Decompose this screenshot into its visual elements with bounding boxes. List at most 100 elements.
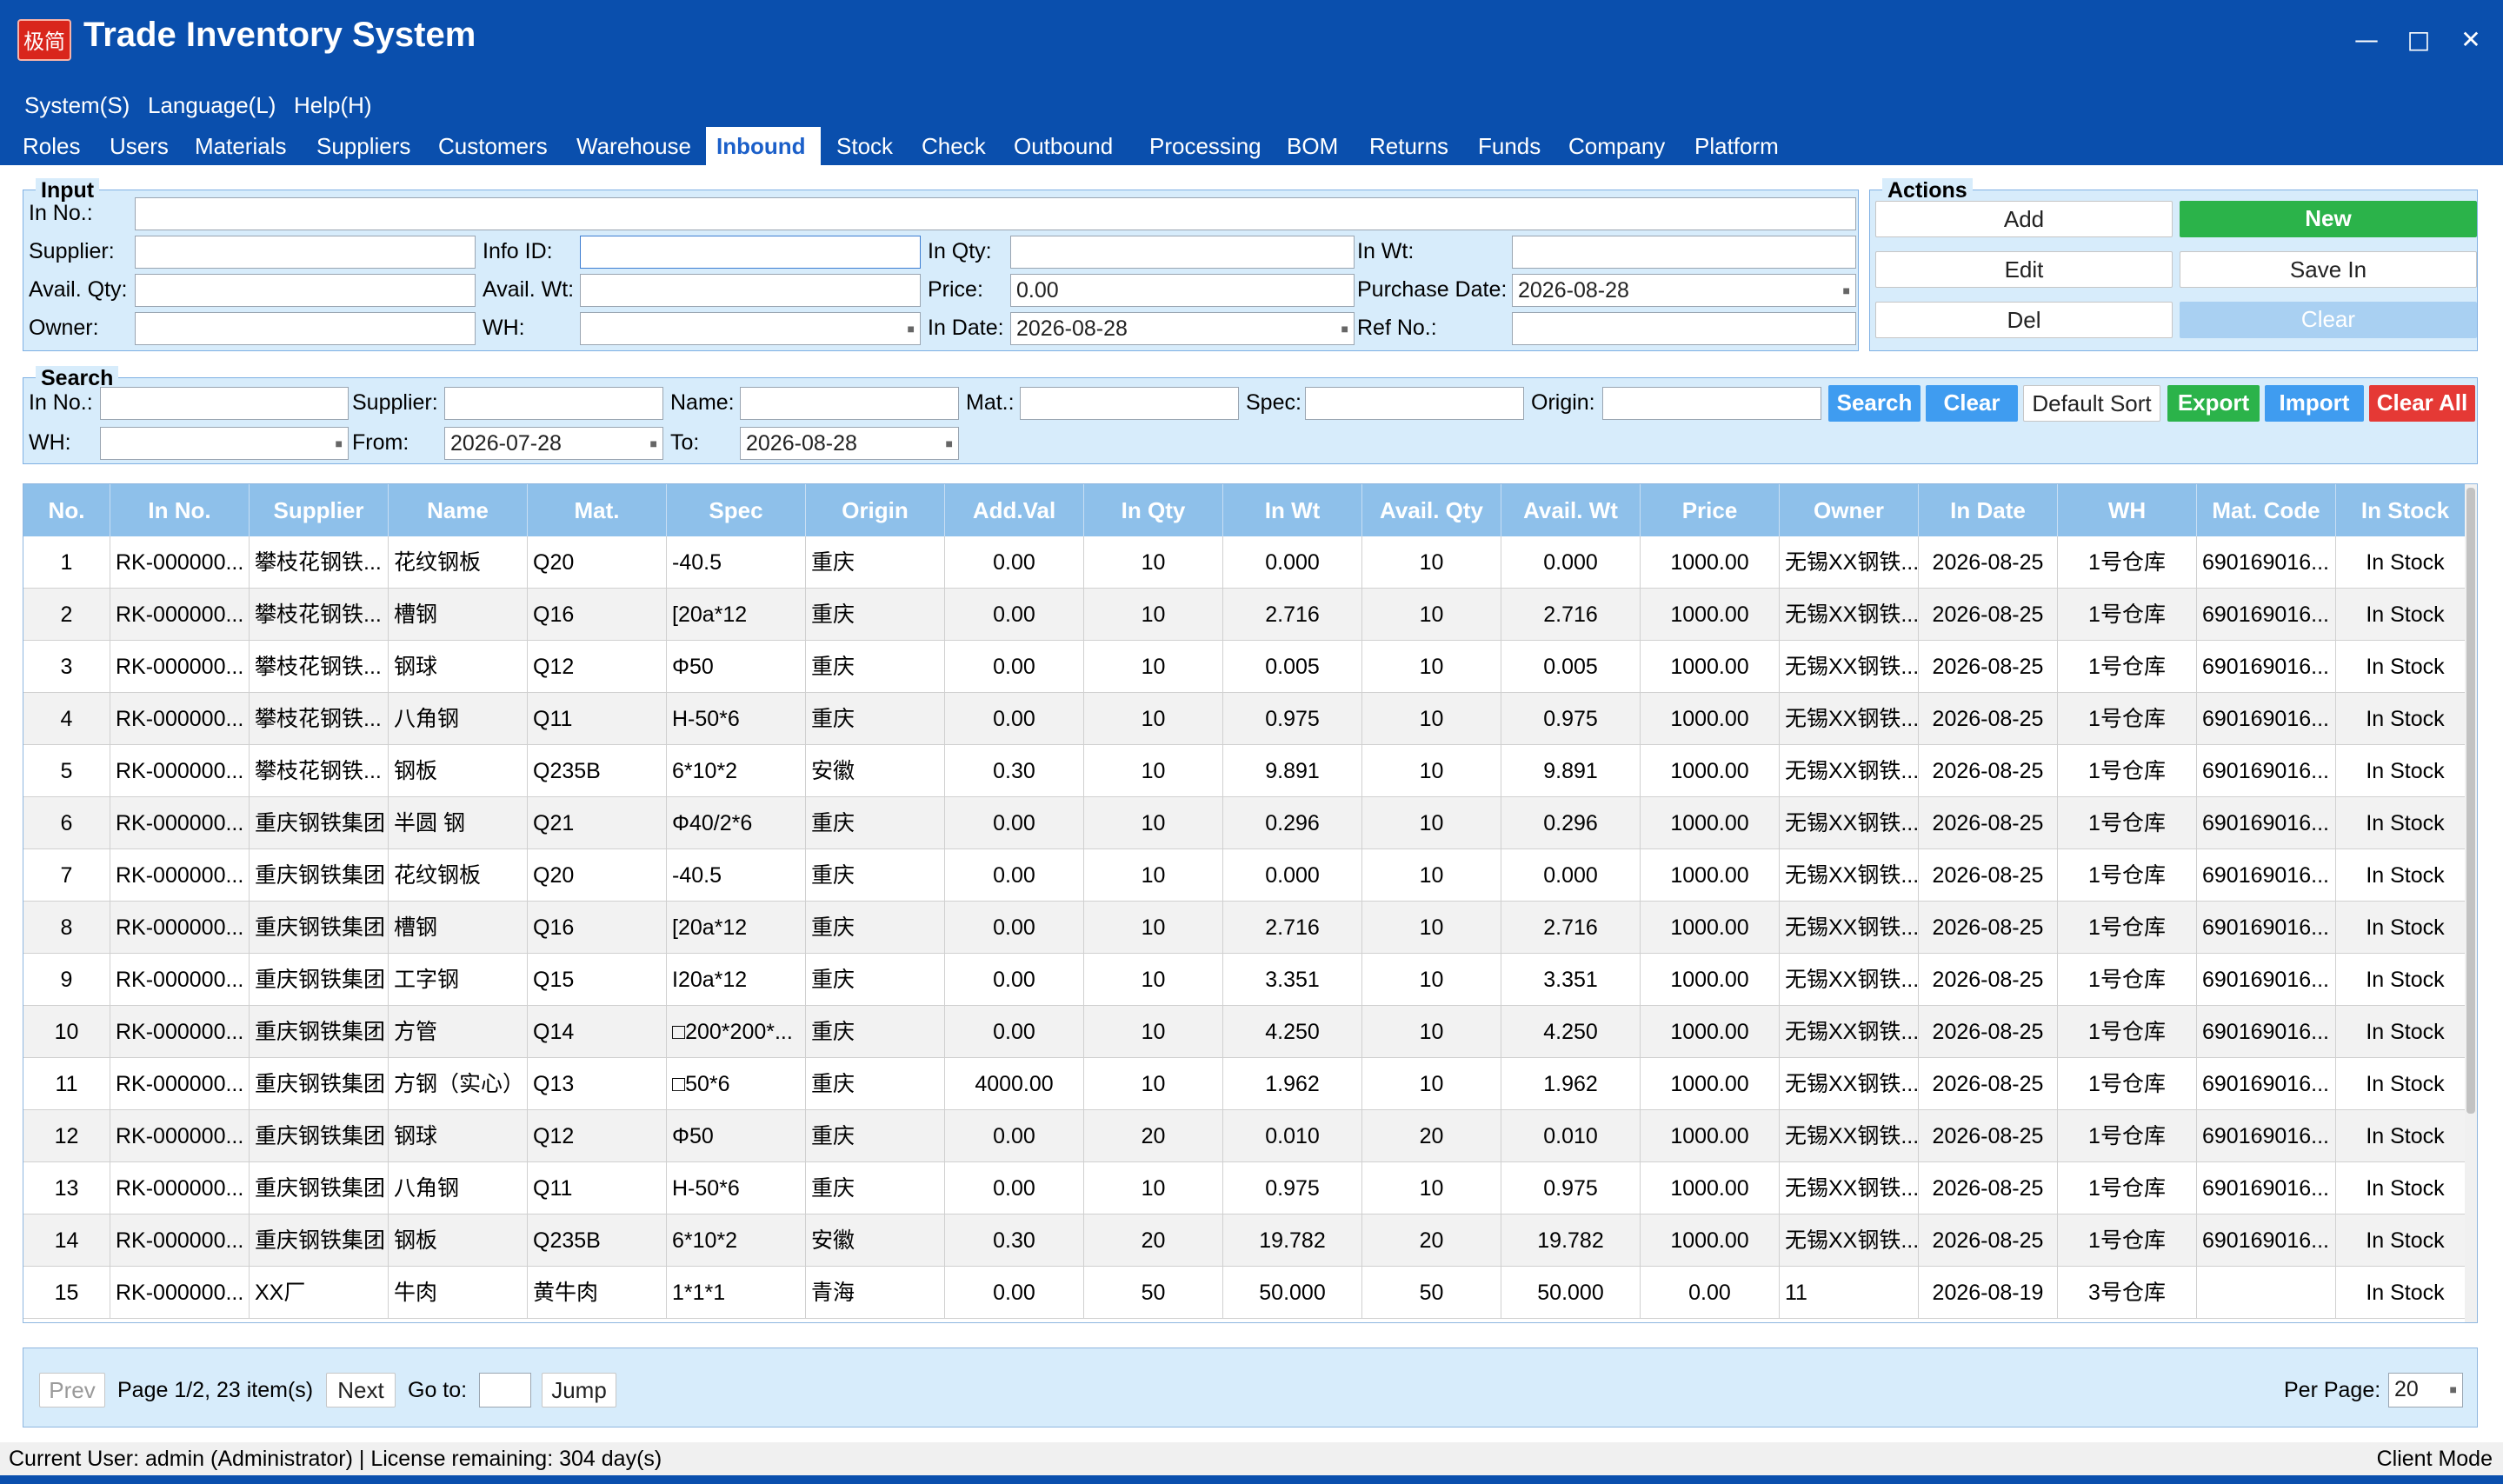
default-sort-button[interactable]: Default Sort: [2023, 385, 2160, 422]
table-row[interactable]: 10 RK-000000... 重庆钢铁集团 方管 Q14 □200*200*... 重庆 0…: [23, 1006, 2475, 1058]
in-date-picker[interactable]: 2026-08-28 ■: [1010, 312, 1355, 345]
from-date-picker[interactable]: 2026-07-28 ■: [444, 427, 663, 460]
table-row[interactable]: 4 RK-000000... 攀枝花钢铁... 八角钢 Q11 H-50*6 重庆 0.00 1…: [23, 693, 2475, 745]
minimize-icon[interactable]: —: [2340, 17, 2393, 63]
column-header[interactable]: Owner: [1780, 484, 1919, 536]
search-in-no-input[interactable]: [100, 387, 349, 420]
column-header[interactable]: Price: [1641, 484, 1780, 536]
table-row[interactable]: 8 RK-000000... 重庆钢铁集团 槽钢 Q16 [20a*12 重庆 0.00 10 2…: [23, 902, 2475, 954]
tab-inbound[interactable]: Inbound: [706, 127, 821, 165]
search-wh-select[interactable]: ■: [100, 427, 349, 460]
column-header[interactable]: Avail. Qty: [1362, 484, 1501, 536]
table-row[interactable]: 1 RK-000000... 攀枝花钢铁... 花纹钢板 Q20 -40.5 重庆 0.00 1…: [23, 536, 2475, 589]
search-spec-input[interactable]: [1305, 387, 1524, 420]
add-button[interactable]: Add: [1875, 201, 2173, 237]
search-button[interactable]: Search: [1828, 385, 1921, 422]
column-header[interactable]: In Wt: [1223, 484, 1362, 536]
scrollbar-thumb[interactable]: [2466, 488, 2475, 1114]
table-row[interactable]: 2 RK-000000... 攀枝花钢铁... 槽钢 Q16 [20a*12 重庆 0.00 1…: [23, 589, 2475, 641]
column-header[interactable]: Add.Val: [945, 484, 1084, 536]
avail-wt-input[interactable]: [580, 274, 921, 307]
column-header[interactable]: Origin: [806, 484, 945, 536]
table-row[interactable]: 9 RK-000000... 重庆钢铁集团 工字钢 Q15 I20a*12 重庆 0.00 10…: [23, 954, 2475, 1006]
tab-outbound[interactable]: Outbound: [1003, 127, 1123, 165]
search-supplier-input[interactable]: [444, 387, 663, 420]
tab-funds[interactable]: Funds: [1468, 127, 1551, 165]
tab-materials[interactable]: Materials: [184, 127, 296, 165]
goto-page-input[interactable]: [479, 1373, 531, 1407]
column-header[interactable]: Mat. Code: [2197, 484, 2336, 536]
close-icon[interactable]: ✕: [2445, 17, 2497, 63]
table-row[interactable]: 5 RK-000000... 攀枝花钢铁... 钢板 Q235B 6*10*2 安徽 0.30…: [23, 745, 2475, 797]
column-header[interactable]: In Date: [1919, 484, 2058, 536]
per-page-select[interactable]: 20 ■: [2388, 1373, 2463, 1407]
tab-bom[interactable]: BOM: [1276, 127, 1348, 165]
export-button[interactable]: Export: [2167, 385, 2260, 422]
table-row[interactable]: 15 RK-000000... XX厂 牛肉 黄牛肉 1*1*1 青海 0.00 50 50.00…: [23, 1267, 2475, 1319]
dropdown-icon[interactable]: ■: [1843, 275, 1850, 306]
column-header[interactable]: Avail. Wt: [1501, 484, 1641, 536]
dropdown-icon[interactable]: ■: [650, 428, 657, 459]
search-clear-button[interactable]: Clear: [1926, 385, 2018, 422]
column-header[interactable]: No.: [23, 484, 110, 536]
prev-page-button[interactable]: Prev: [39, 1373, 105, 1407]
import-button[interactable]: Import: [2265, 385, 2364, 422]
in-wt-input[interactable]: [1512, 236, 1856, 269]
tab-check[interactable]: Check: [911, 127, 996, 165]
wh-select[interactable]: ■: [580, 312, 921, 345]
column-header[interactable]: WH: [2058, 484, 2197, 536]
column-header[interactable]: In No.: [110, 484, 250, 536]
in-no-input[interactable]: [135, 197, 1856, 230]
tab-customers[interactable]: Customers: [428, 127, 558, 165]
column-header[interactable]: In Qty: [1084, 484, 1223, 536]
search-mat-input[interactable]: [1020, 387, 1239, 420]
in-qty-input[interactable]: [1010, 236, 1355, 269]
table-row[interactable]: 6 RK-000000... 重庆钢铁集团 半圆 钢 Q21 Φ40/2*6 重庆 0.00 1…: [23, 797, 2475, 849]
price-input[interactable]: 0.00: [1010, 274, 1355, 307]
maximize-icon[interactable]: □: [2393, 17, 2445, 63]
supplier-input[interactable]: [135, 236, 476, 269]
tab-stock[interactable]: Stock: [826, 127, 903, 165]
to-date-picker[interactable]: 2026-08-28 ■: [740, 427, 959, 460]
delete-button[interactable]: Del: [1875, 302, 2173, 338]
tab-users[interactable]: Users: [99, 127, 179, 165]
table-row[interactable]: 13 RK-000000... 重庆钢铁集团 八角钢 Q11 H-50*6 重庆 0.00 10…: [23, 1162, 2475, 1214]
clear-all-button[interactable]: Clear All: [2369, 385, 2475, 422]
menu-system[interactable]: System(S): [24, 83, 130, 127]
search-name-input[interactable]: [740, 387, 959, 420]
avail-qty-input[interactable]: [135, 274, 476, 307]
info-id-input[interactable]: [580, 236, 921, 269]
purchase-date-picker[interactable]: 2026-08-28 ■: [1512, 274, 1856, 307]
table-row[interactable]: 11 RK-000000... 重庆钢铁集团 方钢（实心） Q13 □50*6 重庆 4000…: [23, 1058, 2475, 1110]
search-origin-input[interactable]: [1602, 387, 1821, 420]
tab-suppliers[interactable]: Suppliers: [306, 127, 421, 165]
column-header[interactable]: Mat.: [528, 484, 667, 536]
dropdown-icon[interactable]: ■: [2450, 1374, 2457, 1405]
ref-no-input[interactable]: [1512, 312, 1856, 345]
tab-platform[interactable]: Platform: [1684, 127, 1789, 165]
edit-button[interactable]: Edit: [1875, 251, 2173, 288]
menu-help[interactable]: Help(H): [294, 83, 372, 127]
column-header[interactable]: Spec: [667, 484, 806, 536]
tab-warehouse[interactable]: Warehouse: [566, 127, 702, 165]
next-page-button[interactable]: Next: [326, 1373, 396, 1407]
column-header[interactable]: Name: [389, 484, 528, 536]
table-row[interactable]: 14 RK-000000... 重庆钢铁集团 钢板 Q235B 6*10*2 安徽 0.30 2…: [23, 1214, 2475, 1267]
column-header[interactable]: In Stock: [2336, 484, 2475, 536]
tab-returns[interactable]: Returns: [1359, 127, 1459, 165]
column-header[interactable]: Supplier: [250, 484, 389, 536]
dropdown-icon[interactable]: ■: [908, 313, 915, 344]
table-row[interactable]: 3 RK-000000... 攀枝花钢铁... 钢球 Q12 Φ50 重庆 0.00 10 0.0…: [23, 641, 2475, 693]
table-row[interactable]: 7 RK-000000... 重庆钢铁集团 花纹钢板 Q20 -40.5 重庆 0.00 10 0…: [23, 849, 2475, 902]
tab-roles[interactable]: Roles: [12, 127, 90, 165]
jump-button[interactable]: Jump: [542, 1373, 616, 1407]
dropdown-icon[interactable]: ■: [946, 428, 953, 459]
clear-input-button[interactable]: Clear: [2180, 302, 2477, 338]
table-row[interactable]: 12 RK-000000... 重庆钢铁集团 钢球 Q12 Φ50 重庆 0.00 20 0.01…: [23, 1110, 2475, 1162]
vertical-scrollbar[interactable]: [2465, 484, 2477, 1322]
tab-processing[interactable]: Processing: [1139, 127, 1272, 165]
owner-input[interactable]: [135, 312, 476, 345]
new-button[interactable]: New: [2180, 201, 2477, 237]
tab-company[interactable]: Company: [1558, 127, 1675, 165]
menu-language[interactable]: Language(L): [148, 83, 276, 127]
